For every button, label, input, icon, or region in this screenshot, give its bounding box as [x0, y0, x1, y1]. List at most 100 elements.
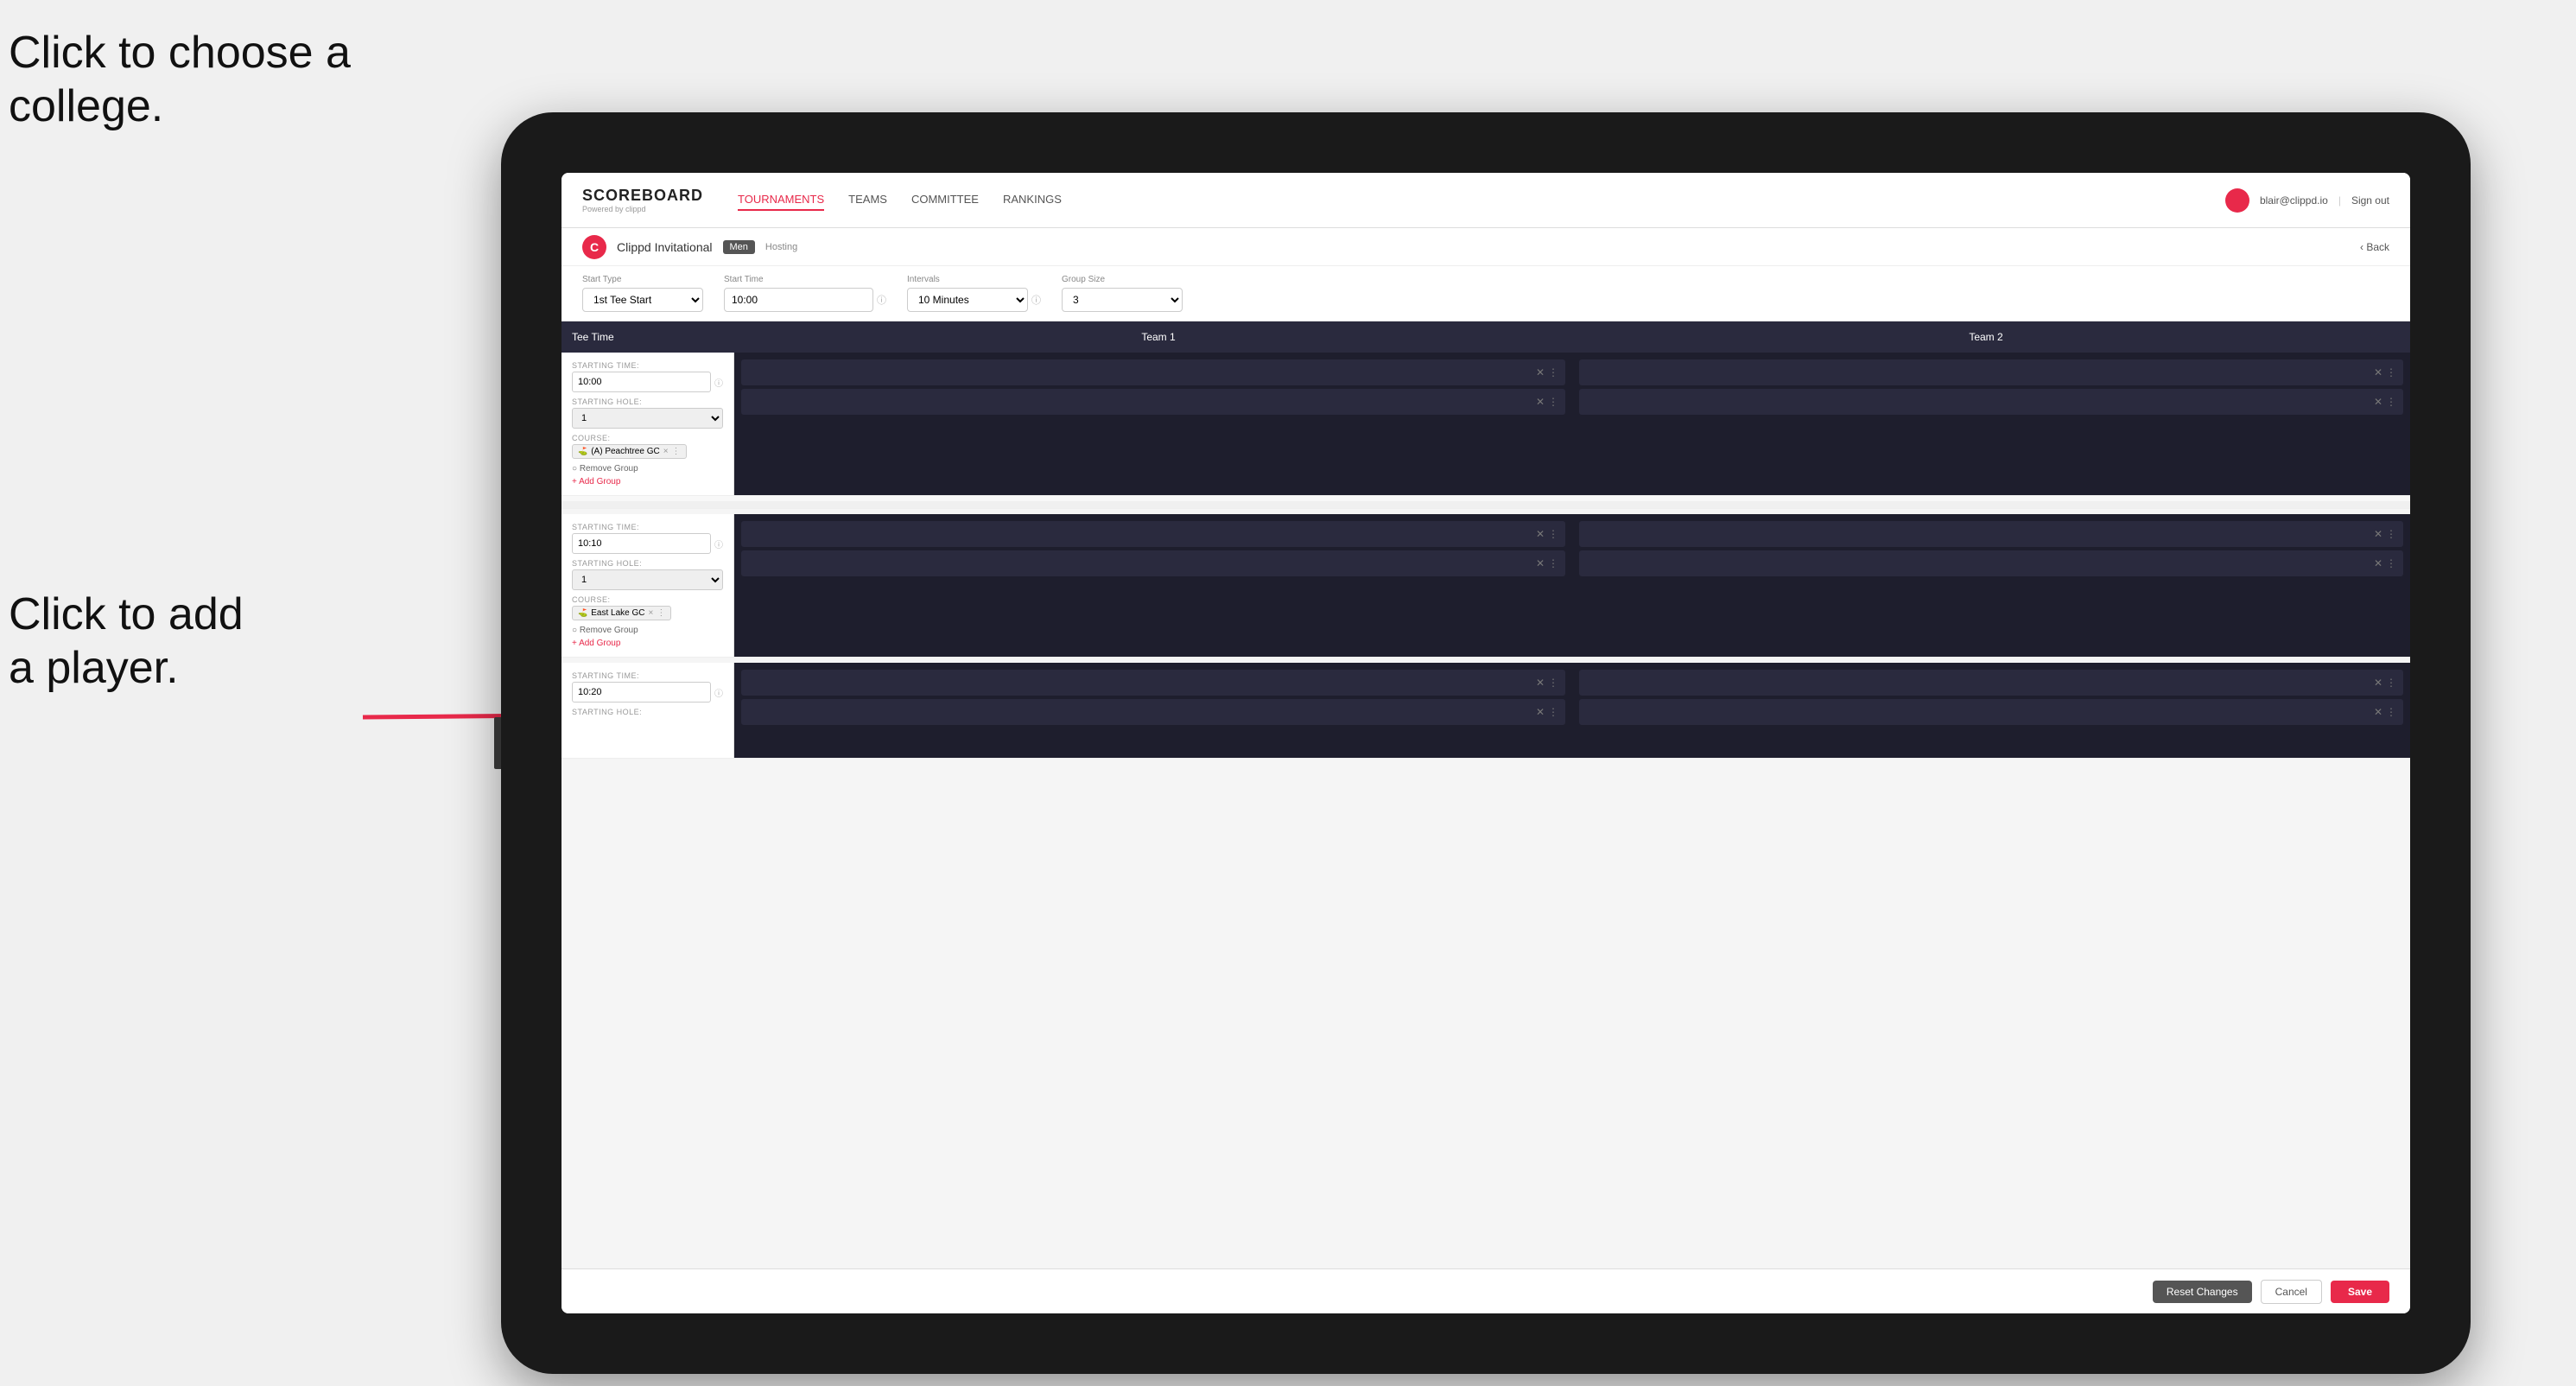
start-time-input[interactable] [724, 288, 873, 312]
start-time-label: Start Time [724, 275, 886, 284]
chevron-icon[interactable]: ⋮ [2386, 396, 2396, 408]
sign-out-link[interactable]: Sign out [2351, 194, 2389, 207]
navbar: SCOREBOARD Powered by clippd TOURNAMENTS… [562, 173, 2410, 228]
chevron-icon[interactable]: ⋮ [1548, 366, 1558, 378]
tablet-screen: SCOREBOARD Powered by clippd TOURNAMENTS… [562, 173, 2410, 1313]
starting-time-label-3: STARTING TIME: [572, 671, 723, 680]
course-name-2: East Lake GC [591, 608, 644, 618]
add-group-2[interactable]: + Add Group [572, 639, 723, 648]
nav-committee[interactable]: COMMITTEE [911, 189, 979, 211]
team2-panel-3: ✕ ⋮ ✕ ⋮ [1572, 663, 2410, 758]
start-type-group: Start Type 1st Tee Start [582, 275, 703, 312]
gender-badge: Men [723, 240, 755, 254]
x-icon[interactable]: ✕ [2374, 557, 2382, 569]
remove-group-1[interactable]: ○ Remove Group [572, 464, 723, 474]
chevron-icon[interactable]: ⋮ [2386, 528, 2396, 540]
course-tag-1[interactable]: ⛳ (A) Peachtree GC × ⋮ [572, 444, 687, 459]
side-button [494, 717, 501, 769]
controls-row: Start Type 1st Tee Start Start Time ⓘ In… [562, 266, 2410, 321]
x-icon[interactable]: ✕ [1536, 396, 1545, 408]
player-slot-5-1[interactable]: ✕ ⋮ [741, 670, 1565, 696]
player-slot-3-1[interactable]: ✕ ⋮ [741, 521, 1565, 547]
player-slot-2-2[interactable]: ✕ ⋮ [1579, 389, 2403, 415]
x-icon[interactable]: ✕ [2374, 706, 2382, 718]
nav-teams[interactable]: TEAMS [848, 189, 887, 211]
remove-group-2[interactable]: ○ Remove Group [572, 626, 723, 635]
player-slot-6-1[interactable]: ✕ ⋮ [1579, 670, 2403, 696]
chevron-icon[interactable]: ⋮ [1548, 677, 1558, 689]
tee-row-2: STARTING TIME: ⓘ STARTING HOLE: 1 COURSE… [562, 514, 2410, 658]
start-type-label: Start Type [582, 275, 703, 284]
left-panel-2: STARTING TIME: ⓘ STARTING HOLE: 1 COURSE… [562, 514, 734, 657]
chevron-icon[interactable]: ⋮ [1548, 528, 1558, 540]
starting-hole-select-1[interactable]: 1 [572, 408, 723, 429]
player-slot-1-2[interactable]: ✕ ⋮ [741, 389, 1565, 415]
chevron-icon[interactable]: ⋮ [2386, 366, 2396, 378]
x-icon[interactable]: ✕ [1536, 706, 1545, 718]
x-icon[interactable]: ✕ [2374, 677, 2382, 689]
add-group-1[interactable]: + Add Group [572, 477, 723, 486]
nav-tournaments[interactable]: TOURNAMENTS [738, 189, 824, 211]
back-button[interactable]: ‹ Back [2360, 241, 2389, 253]
annotation-add-player: Click to add a player. [9, 588, 244, 696]
main-content: Tee Time Team 1 Team 2 STARTING TIME: ⓘ … [562, 321, 2410, 1268]
starting-time-input-2[interactable] [572, 533, 711, 554]
starting-time-input-1[interactable] [572, 372, 711, 392]
course-edit-2[interactable]: ⋮ [657, 608, 665, 618]
nav-rankings[interactable]: RANKINGS [1003, 189, 1062, 211]
x-icon[interactable]: ✕ [2374, 366, 2382, 378]
user-email: blair@clippd.io [2260, 194, 2328, 207]
save-button[interactable]: Save [2331, 1281, 2389, 1303]
course-remove-2[interactable]: × [648, 608, 653, 618]
chevron-icon[interactable]: ⋮ [2386, 557, 2396, 569]
group-size-select[interactable]: 3 [1062, 288, 1183, 312]
course-label-1: COURSE: [572, 434, 723, 442]
course-remove-1[interactable]: × [663, 447, 669, 456]
chevron-icon[interactable]: ⋮ [1548, 557, 1558, 569]
tee-row: STARTING TIME: ⓘ STARTING HOLE: 1 COURSE… [562, 353, 2410, 496]
player-slot-1-1[interactable]: ✕ ⋮ [741, 359, 1565, 385]
chevron-icon[interactable]: ⋮ [1548, 396, 1558, 408]
player-slot-6-2[interactable]: ✕ ⋮ [1579, 699, 2403, 725]
cancel-button[interactable]: Cancel [2261, 1280, 2322, 1304]
course-tag-2[interactable]: ⛳ East Lake GC × ⋮ [572, 606, 671, 620]
x-icon[interactable]: ✕ [2374, 528, 2382, 540]
col-team2: Team 2 [1572, 331, 2400, 343]
course-edit-1[interactable]: ⋮ [672, 447, 681, 456]
starting-time-label-2: STARTING TIME: [572, 523, 723, 531]
course-name-1: (A) Peachtree GC [591, 447, 659, 456]
player-slot-4-1[interactable]: ✕ ⋮ [1579, 521, 2403, 547]
brand-sub: Powered by clippd [582, 205, 703, 213]
intervals-select[interactable]: 10 Minutes [907, 288, 1028, 312]
flag-icon-1: ⛳ [578, 447, 587, 456]
start-type-select[interactable]: 1st Tee Start [582, 288, 703, 312]
x-icon[interactable]: ✕ [1536, 557, 1545, 569]
starting-time-label-1: STARTING TIME: [572, 361, 723, 370]
intervals-label: Intervals [907, 275, 1041, 284]
player-slot-4-2[interactable]: ✕ ⋮ [1579, 550, 2403, 576]
table-header: Tee Time Team 1 Team 2 [562, 321, 2410, 353]
starting-hole-label-3: STARTING HOLE: [572, 708, 723, 716]
player-slot-2-1[interactable]: ✕ ⋮ [1579, 359, 2403, 385]
team1-panel-2: ✕ ⋮ ✕ ⋮ [734, 514, 1572, 657]
chevron-icon[interactable]: ⋮ [1548, 706, 1558, 718]
reset-button[interactable]: Reset Changes [2153, 1281, 2252, 1303]
chevron-icon[interactable]: ⋮ [2386, 706, 2396, 718]
nav-right: blair@clippd.io | Sign out [2225, 188, 2389, 213]
x-icon[interactable]: ✕ [1536, 366, 1545, 378]
player-slot-3-2[interactable]: ✕ ⋮ [741, 550, 1565, 576]
tablet-frame: SCOREBOARD Powered by clippd TOURNAMENTS… [501, 112, 2471, 1374]
tournament-logo: C [582, 235, 606, 259]
starting-hole-label-1: STARTING HOLE: [572, 397, 723, 406]
x-icon[interactable]: ✕ [1536, 677, 1545, 689]
left-panel-3: STARTING TIME: ⓘ STARTING HOLE: [562, 663, 734, 758]
chevron-icon[interactable]: ⋮ [2386, 677, 2396, 689]
player-slot-5-2[interactable]: ✕ ⋮ [741, 699, 1565, 725]
x-icon[interactable]: ✕ [2374, 396, 2382, 408]
group-size-label: Group Size [1062, 275, 1183, 284]
starting-time-input-3[interactable] [572, 682, 711, 703]
user-avatar [2225, 188, 2249, 213]
starting-hole-select-2[interactable]: 1 [572, 569, 723, 590]
sub-header: C Clippd Invitational Men Hosting ‹ Back [562, 228, 2410, 266]
x-icon[interactable]: ✕ [1536, 528, 1545, 540]
